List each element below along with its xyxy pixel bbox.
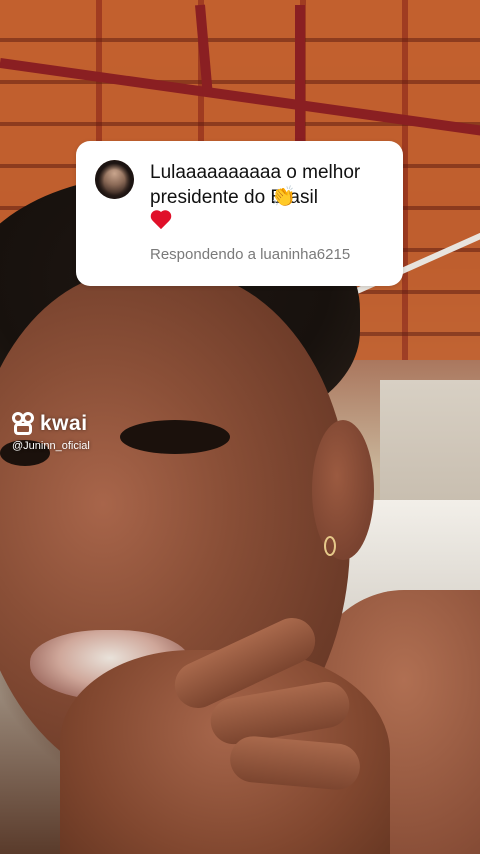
kwai-logo-icon: [12, 412, 36, 436]
replying-to-label: Respondendo a luaninha6215: [150, 246, 351, 263]
comment-line-2: presidente do Brasil: [150, 185, 390, 210]
commenter-avatar[interactable]: [95, 160, 134, 199]
person-ear: [312, 420, 374, 560]
video-frame: Lulaaaaaaaaaa o melhor presidente do Bra…: [0, 0, 480, 854]
reply-comment-card[interactable]: Lulaaaaaaaaaa o melhor presidente do Bra…: [76, 141, 403, 286]
kwai-logo-row: kwai: [12, 412, 90, 436]
emoji-row: [150, 210, 172, 237]
heart-icon: [150, 210, 172, 230]
creator-handle: @Juninn_oficial: [12, 440, 90, 452]
reply-comment-text: Lulaaaaaaaaaa o melhor presidente do Bra…: [150, 160, 390, 210]
person-eye: [120, 420, 230, 454]
avatar-hair: [95, 160, 134, 199]
kwai-brand-text: kwai: [40, 412, 88, 435]
clapping-hands-icon: 👏: [271, 186, 296, 208]
comment-line-1: Lulaaaaaaaaaa o melhor: [150, 162, 361, 183]
earring: [324, 536, 336, 556]
kwai-watermark: kwai @Juninn_oficial: [12, 412, 90, 452]
